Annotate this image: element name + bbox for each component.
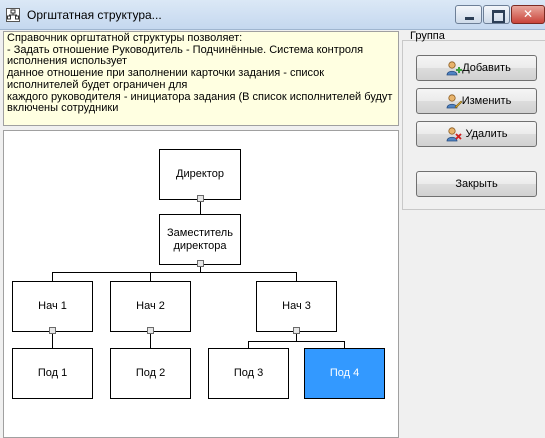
connector-handle[interactable] bbox=[147, 327, 154, 334]
close-icon: ✕ bbox=[522, 7, 534, 21]
edit-button-label: Изменить bbox=[461, 95, 512, 107]
org-node-head-2[interactable]: Нач 2 bbox=[110, 281, 191, 332]
org-node-label: директора bbox=[173, 239, 227, 252]
window-title: Оргштатная структура... bbox=[27, 8, 162, 22]
org-chart-canvas[interactable]: Директор Заместитель директора Нач 1 Нач… bbox=[3, 130, 399, 438]
org-node-label: Нач 3 bbox=[282, 300, 311, 312]
org-node-label: Под 1 bbox=[37, 367, 68, 379]
org-node-head-3[interactable]: Нач 3 bbox=[256, 281, 337, 332]
title-bar: Оргштатная структура... ✕ bbox=[0, 0, 545, 30]
org-node-label: Директор bbox=[176, 168, 224, 180]
delete-button[interactable]: Удалить bbox=[416, 121, 537, 147]
info-line: включены сотрудники bbox=[7, 102, 119, 115]
org-node-label: Под 3 bbox=[233, 367, 264, 379]
connector-handle[interactable] bbox=[49, 327, 56, 334]
org-node-label: Под 2 bbox=[135, 367, 166, 379]
add-button[interactable]: Добавить bbox=[416, 55, 537, 81]
delete-button-label: Удалить bbox=[465, 128, 508, 140]
edit-button[interactable]: Изменить bbox=[416, 88, 537, 114]
org-node-sub-4[interactable]: Под 4 bbox=[304, 348, 385, 399]
info-line: Справочник оргштатной структуры позволяе… bbox=[7, 32, 243, 44]
info-line: исполнителей будет ограничен для bbox=[7, 78, 188, 91]
org-structure-icon bbox=[6, 8, 20, 22]
close-button[interactable]: Закрыть bbox=[416, 171, 537, 197]
org-node-director[interactable]: Директор bbox=[159, 149, 241, 200]
add-button-label: Добавить bbox=[462, 62, 511, 74]
close-window-button[interactable]: ✕ bbox=[511, 5, 545, 24]
org-node-label: Под 4 bbox=[329, 367, 360, 379]
org-node-label: Нач 1 bbox=[38, 300, 67, 312]
connector-handle[interactable] bbox=[293, 327, 300, 334]
user-edit-icon bbox=[446, 94, 462, 109]
org-node-label: Нач 2 bbox=[136, 300, 165, 312]
org-node-deputy[interactable]: Заместитель директора bbox=[159, 214, 241, 265]
info-panel: Справочник оргштатной структуры позволяе… bbox=[3, 31, 399, 126]
org-node-sub-3[interactable]: Под 3 bbox=[208, 348, 289, 399]
org-node-head-1[interactable]: Нач 1 bbox=[12, 281, 93, 332]
org-node-label: Заместитель bbox=[167, 226, 233, 239]
connector-handle[interactable] bbox=[197, 260, 204, 267]
maximize-button[interactable] bbox=[483, 5, 510, 24]
user-add-icon bbox=[446, 61, 462, 76]
minimize-button[interactable] bbox=[455, 5, 482, 24]
close-button-label: Закрыть bbox=[455, 178, 498, 190]
org-node-sub-2[interactable]: Под 2 bbox=[110, 348, 191, 399]
group-label: Группа bbox=[410, 30, 445, 42]
user-delete-icon bbox=[446, 127, 462, 142]
connector-handle[interactable] bbox=[197, 195, 204, 202]
org-node-sub-1[interactable]: Под 1 bbox=[12, 348, 93, 399]
